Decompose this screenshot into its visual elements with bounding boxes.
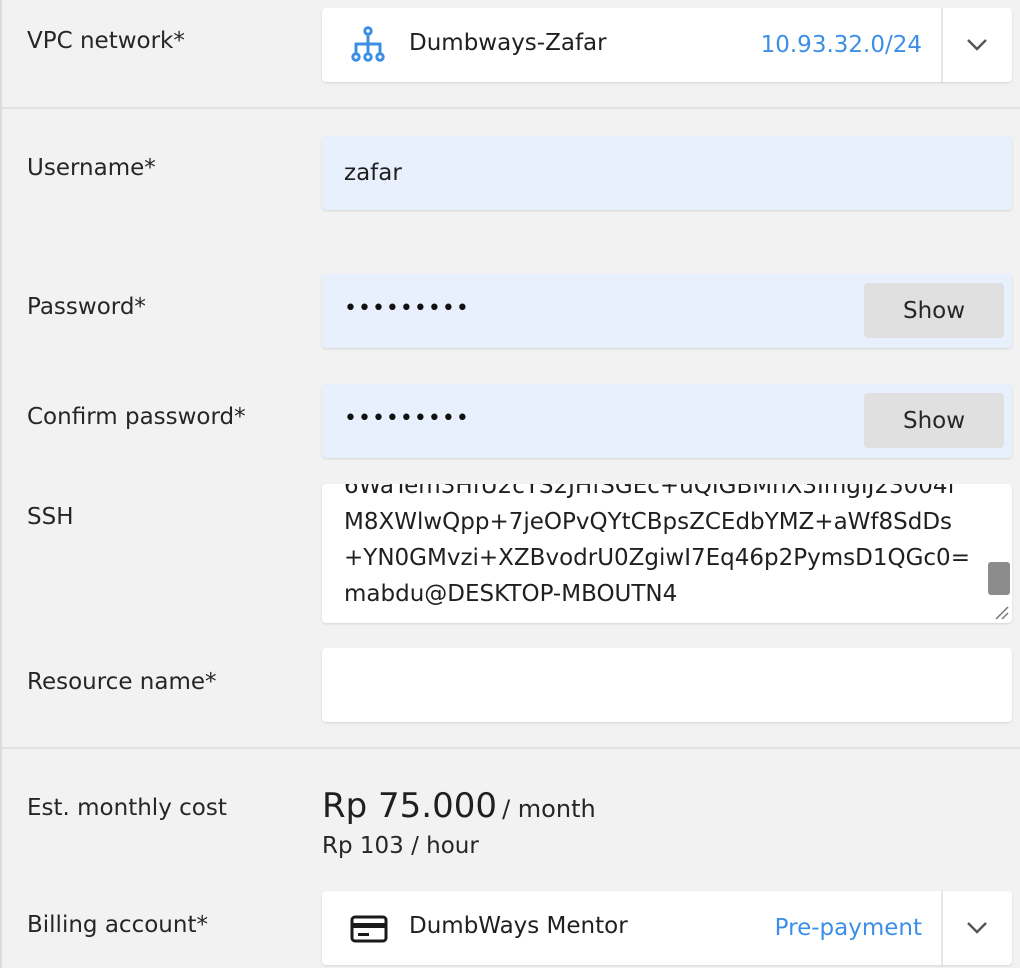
billing-account-name: DumbWays Mentor (409, 913, 628, 939)
select-divider (941, 891, 943, 965)
confirm-password-masked-value: ••••••••• (344, 406, 470, 431)
network-icon (350, 26, 386, 64)
confirm-password-field[interactable]: ••••••••• Show (322, 384, 1012, 458)
billing-account-type: Pre-payment (774, 915, 922, 941)
billing-account-label: Billing account* (27, 912, 208, 938)
chevron-down-icon[interactable] (962, 30, 992, 60)
form-left-border (0, 0, 2, 968)
ssh-key-text: 6WaTem3HfU2cYS2JHfSGEc+uQIGBMnX3ImgIJ230… (344, 484, 984, 612)
ssh-key-line: +YN0GMvzi+XZBvodrU0ZgiwI7Eq46p2PymsD1QGc… (344, 545, 970, 571)
hourly-cost: Rp 103 / hour (322, 833, 479, 859)
resource-name-label: Resource name* (27, 669, 217, 695)
monthly-cost-label: Est. monthly cost (27, 795, 227, 821)
resource-name-field[interactable] (322, 648, 1012, 722)
monthly-cost-unit: / month (502, 795, 596, 823)
section-divider (2, 747, 1020, 749)
vpc-network-cidr: 10.93.32.0/24 (760, 32, 922, 58)
resize-handle-icon[interactable] (988, 599, 1010, 621)
password-masked-value: ••••••••• (344, 296, 470, 321)
ssh-key-textarea[interactable]: 6WaTem3HfU2cYS2JHfSGEc+uQIGBMnX3ImgIJ230… (322, 484, 1012, 623)
section-divider (2, 107, 1020, 109)
credit-card-icon (350, 915, 388, 943)
show-password-button[interactable]: Show (864, 283, 1004, 338)
textarea-scrollbar-thumb[interactable] (988, 562, 1010, 595)
vpc-network-name: Dumbways-Zafar (409, 30, 607, 56)
password-field[interactable]: ••••••••• Show (322, 274, 1012, 348)
chevron-down-icon[interactable] (962, 913, 992, 943)
ssh-key-line: M8XWlwQpp+7jeOPvQYtCBpsZCEdbYMZ+aWf8SdDs (344, 509, 953, 535)
username-value: zafar (344, 160, 402, 186)
confirm-password-label: Confirm password* (27, 404, 246, 430)
ssh-key-line: 6WaTem3HfU2cYS2JHfSGEc+uQIGBMnX3ImgIJ230… (344, 484, 956, 499)
ssh-key-line: mabdu@DESKTOP-MBOUTN4 (344, 581, 678, 607)
ssh-label: SSH (27, 504, 74, 530)
billing-account-select[interactable]: DumbWays Mentor Pre-payment (322, 891, 1012, 965)
username-field[interactable]: zafar (322, 136, 1012, 210)
monthly-cost: Rp 75.000 / month (322, 786, 596, 826)
vpc-network-label: VPC network* (27, 28, 185, 54)
show-confirm-password-button[interactable]: Show (864, 393, 1004, 448)
password-label: Password* (27, 294, 146, 320)
select-divider (941, 8, 943, 82)
vpc-network-select[interactable]: Dumbways-Zafar 10.93.32.0/24 (322, 8, 1012, 82)
username-label: Username* (27, 155, 156, 181)
monthly-cost-amount: Rp 75.000 (322, 786, 497, 826)
